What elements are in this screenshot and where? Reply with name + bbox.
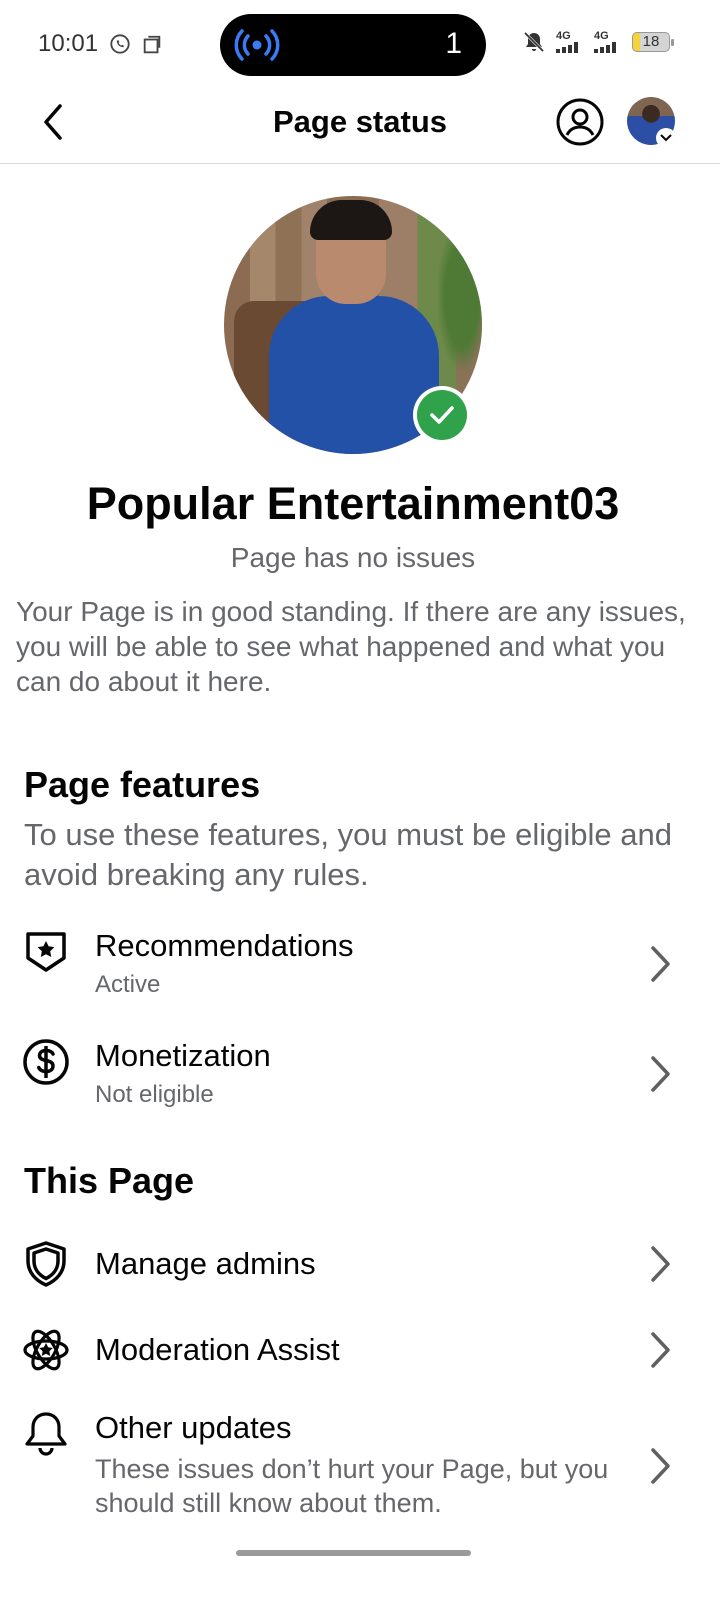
status-bar: 10:01 1 4G 4G 18 — [0, 0, 720, 90]
page-title: Page status — [272, 104, 447, 139]
profile-icon[interactable] — [556, 98, 604, 146]
dynamic-island[interactable]: 1 — [220, 14, 486, 76]
feature-status: Not eligible — [95, 1081, 214, 1108]
page-item-other-updates[interactable]: Other updates These issues don’t hurt yo… — [0, 1402, 720, 1527]
page-item-label: Moderation Assist — [95, 1332, 340, 1367]
home-indicator[interactable] — [236, 1550, 471, 1556]
feature-item-monetization[interactable]: Monetization Not eligible — [0, 1030, 720, 1130]
shield-star-icon — [26, 932, 66, 972]
app-header: Page status — [0, 90, 720, 164]
battery-indicator: 18 — [632, 32, 674, 52]
signal-bars-icon — [594, 42, 616, 53]
status-right-icons: 4G 4G 18 — [522, 30, 674, 54]
feature-item-recommendations[interactable]: Recommendations Active — [0, 920, 720, 1020]
verified-check-icon — [413, 386, 471, 444]
chevron-right-icon — [651, 1448, 670, 1484]
status-time: 10:01 — [38, 30, 99, 57]
bell-icon — [25, 1412, 67, 1456]
page-item-manage-admins[interactable]: Manage admins — [0, 1230, 720, 1300]
network-type-1: 4G — [556, 30, 571, 42]
broadcast-icon — [234, 29, 280, 61]
page-name: Popular Entertainment03 — [86, 478, 620, 529]
whatsapp-icon — [110, 34, 130, 54]
dollar-circle-icon — [23, 1039, 69, 1085]
feature-label: Monetization — [95, 1038, 271, 1073]
signal-2: 4G — [594, 31, 622, 53]
page-status-summary: Page has no issues — [230, 542, 476, 573]
signal-bars-icon — [556, 42, 578, 53]
feature-label: Recommendations — [95, 928, 354, 963]
chevron-right-icon — [651, 946, 670, 982]
standing-description: Your Page is in good standing. If there … — [16, 596, 686, 697]
section-title-page-features: Page features — [24, 764, 261, 805]
section-title-this-page: This Page — [24, 1160, 195, 1201]
page-item-description: These issues don’t hurt your Page, but y… — [95, 1454, 609, 1518]
page-item-moderation-assist[interactable]: Moderation Assist — [0, 1316, 720, 1386]
page-item-label: Other updates — [95, 1410, 292, 1445]
island-count: 1 — [445, 27, 462, 60]
bell-muted-icon — [523, 31, 545, 53]
section-subtitle-page-features: To use these features, you must be eligi… — [24, 817, 672, 892]
screen-record-icon — [143, 35, 161, 54]
atom-star-icon — [23, 1329, 69, 1371]
signal-1: 4G — [556, 31, 584, 53]
chevron-right-icon — [651, 1246, 670, 1282]
page-item-label: Manage admins — [95, 1246, 316, 1281]
chevron-down-icon[interactable] — [656, 128, 676, 148]
chevron-right-icon — [651, 1056, 670, 1092]
network-type-2: 4G — [594, 30, 609, 42]
feature-status: Active — [95, 971, 161, 998]
shield-icon — [26, 1241, 66, 1287]
chevron-right-icon — [651, 1332, 670, 1368]
